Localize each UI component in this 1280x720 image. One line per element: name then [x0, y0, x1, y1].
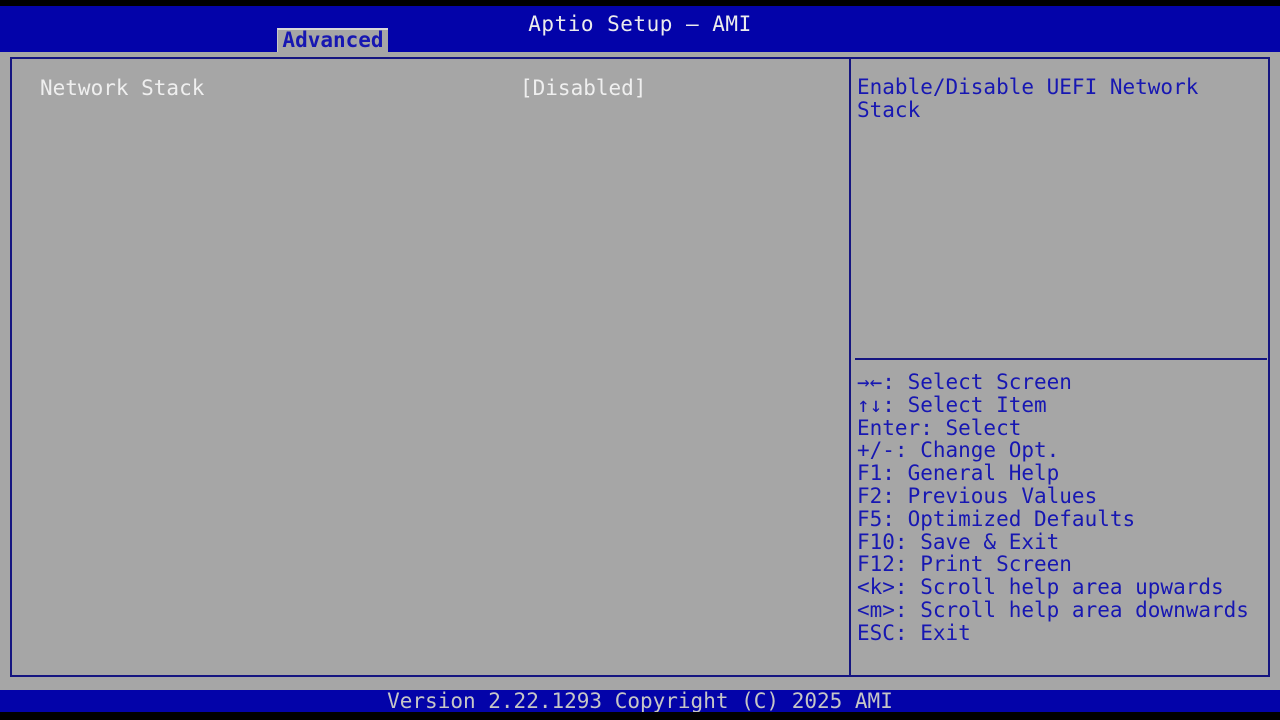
key-legend: →←: Select Screen ↑↓: Select Item Enter:…	[857, 371, 1267, 645]
bottom-black-strip	[0, 712, 1280, 720]
key-line: <m>: Scroll help area downwards	[857, 599, 1267, 622]
help-panel-text: Enable/Disable UEFI Network Stack	[857, 76, 1259, 122]
footer-bar: Version 2.22.1293 Copyright (C) 2025 AMI	[0, 690, 1280, 712]
key-line: Enter: Select	[857, 417, 1267, 440]
version-text: Version 2.22.1293 Copyright (C) 2025 AMI	[0, 690, 1280, 712]
key-line: F2: Previous Values	[857, 485, 1267, 508]
setting-value[interactable]: [Disabled]	[520, 76, 646, 100]
key-line: F10: Save & Exit	[857, 531, 1267, 554]
key-line: F12: Print Screen	[857, 553, 1267, 576]
setting-label: Network Stack	[40, 76, 204, 100]
key-line: F1: General Help	[857, 462, 1267, 485]
key-line: ESC: Exit	[857, 622, 1267, 645]
help-panel-divider	[855, 358, 1267, 360]
key-line: →←: Select Screen	[857, 371, 1267, 394]
key-line: <k>: Scroll help area upwards	[857, 576, 1267, 599]
key-line: +/-: Change Opt.	[857, 439, 1267, 462]
key-line: F5: Optimized Defaults	[857, 508, 1267, 531]
header-bar: Aptio Setup – AMI	[0, 6, 1280, 52]
page-title: Aptio Setup – AMI	[0, 13, 1280, 35]
setting-row-network-stack[interactable]: Network Stack [Disabled]	[12, 76, 848, 100]
bios-setup-screen: Aptio Setup – AMI Advanced Network Stack…	[0, 0, 1280, 720]
panel-divider-vertical	[849, 57, 851, 677]
tab-advanced[interactable]: Advanced	[277, 28, 388, 52]
key-line: ↑↓: Select Item	[857, 394, 1267, 417]
